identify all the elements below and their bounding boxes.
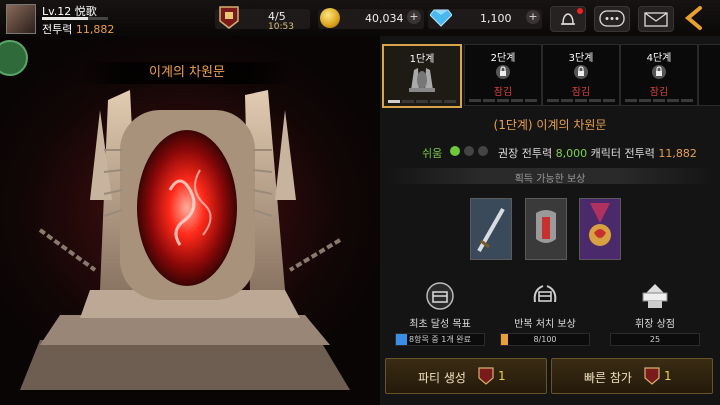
reward-sword-icon[interactable] [470, 198, 512, 260]
gem-amount: 1,100 [480, 12, 512, 25]
portal-pillar-icon [409, 68, 435, 92]
goal-progress-text: 8항목 중 1개 완료 [409, 335, 471, 344]
mail-button[interactable] [638, 6, 674, 32]
dungeon-ticket-icon [478, 367, 494, 385]
tab-stage-5-partial[interactable] [698, 44, 720, 106]
goal-label: 반복 처치 보상 [514, 319, 576, 330]
goal-label: 최초 달성 목표 [409, 319, 471, 330]
avatar[interactable] [6, 4, 36, 34]
tab-stage-4[interactable]: 4단계 잠김 [620, 44, 698, 106]
create-party-button[interactable]: 파티 생성 1 [385, 358, 547, 394]
stage-progress [388, 100, 456, 103]
goal-progress-bar: 8항목 중 1개 완료 [395, 333, 485, 346]
gate-title: 이계의 차원문 [80, 62, 294, 84]
lock-icon [652, 65, 666, 79]
add-gold-button[interactable]: + [407, 10, 421, 24]
recommended-power-label: 권장 전투력 [498, 147, 553, 160]
combat-power-value: 11,882 [75, 23, 115, 36]
first-clear-goal[interactable]: 최초 달성 목표 8항목 중 1개 완료 [385, 282, 495, 346]
gold-amount: 40,034 [365, 12, 404, 25]
store-icon [642, 284, 668, 308]
mail-icon [644, 12, 668, 27]
notification-button[interactable] [550, 6, 586, 32]
tab-stage-2[interactable]: 2단계 잠김 [464, 44, 542, 106]
lock-icon [496, 65, 510, 79]
combat-power-label: 전투력 [42, 23, 73, 36]
diamond-icon [430, 9, 452, 27]
top-bar: Lv.12 悦歌 전투력 11,882 4/5 10:53 40,034 + 1… [0, 0, 720, 36]
stage-locked-label: 잠김 [493, 87, 513, 98]
goal-label: 휘장 상점 [635, 319, 675, 330]
difficulty-dot [478, 146, 488, 156]
ticket-timer: 10:53 [268, 22, 294, 32]
goal-progress-fill [501, 334, 509, 345]
repeat-kill-reward[interactable]: 반복 처치 보상 8/100 [490, 282, 600, 346]
reward-medal-icon[interactable] [579, 198, 621, 260]
create-party-cost: 1 [498, 369, 506, 383]
reward-header: 획득 가능한 보상 [514, 174, 586, 185]
character-power-label: 캐릭터 전투력 [590, 147, 655, 160]
recommended-power: 권장 전투력 8,000 캐릭터 전투력 11,882 [498, 145, 697, 161]
dungeon-ticket-icon [219, 6, 239, 29]
gold-coin-icon [320, 8, 340, 28]
treasure-chest-icon [426, 282, 454, 310]
tab-stage-3[interactable]: 3단계 잠김 [542, 44, 620, 106]
lock-icon [574, 65, 588, 79]
reward-armor-icon[interactable] [525, 198, 567, 260]
notification-badge [577, 8, 583, 14]
quick-join-label: 빠른 참가 [584, 371, 632, 385]
emblem-shop[interactable]: 휘장 상점 25 [600, 282, 710, 346]
combat-power: 전투력 11,882 [42, 21, 114, 37]
goal-progress-text: 8/100 [533, 335, 557, 344]
portal-artwork [20, 90, 350, 390]
chat-bubble-icon [599, 10, 625, 27]
stage-label: 3단계 [568, 53, 594, 64]
quick-join-cost: 1 [664, 369, 672, 383]
add-gem-button[interactable]: + [526, 10, 540, 24]
quick-join-button[interactable]: 빠른 참가 1 [551, 358, 713, 394]
xp-bar [42, 17, 108, 20]
goal-progress-fill [396, 334, 407, 345]
stage-tabs: 1단계 2단계 잠김 3단계 잠김 4단계 잠김 [382, 44, 720, 108]
create-party-label: 파티 생성 [418, 371, 466, 385]
stage-locked-label: 잠김 [571, 87, 591, 98]
laurel-chest-icon [533, 285, 557, 303]
xp-bar-fill [42, 17, 89, 20]
emblem-count-bar: 25 [610, 333, 700, 346]
back-arrow-icon[interactable] [680, 4, 710, 32]
difficulty-label: 쉬움 [422, 147, 443, 160]
stage-label: 2단계 [490, 53, 516, 64]
difficulty-dot-on [450, 146, 460, 156]
recommended-power-value: 8,000 [555, 147, 588, 160]
emblem-count: 25 [649, 335, 661, 344]
tab-stage-1[interactable]: 1단계 [382, 44, 462, 108]
chat-button[interactable] [594, 6, 630, 32]
portal-scene [0, 0, 380, 405]
difficulty-dot [464, 146, 474, 156]
stage-label: 4단계 [646, 53, 672, 64]
dungeon-ticket-icon [644, 367, 660, 385]
stage-locked-label: 잠김 [649, 87, 669, 98]
goal-progress-bar: 8/100 [500, 333, 590, 346]
stage-title: (1단계) 이계의 차원문 [493, 118, 607, 132]
character-power-value: 11,882 [658, 147, 697, 160]
